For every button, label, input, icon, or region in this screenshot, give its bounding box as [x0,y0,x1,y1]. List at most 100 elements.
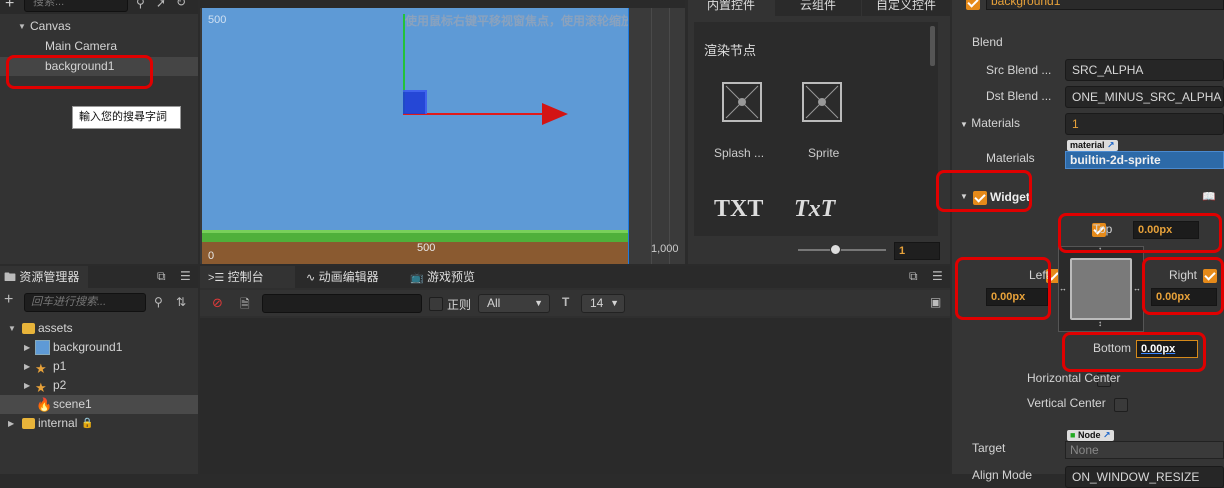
asset-item-background1[interactable]: ▶ background1 [0,338,198,357]
axis-label-x-0: 0 [208,250,215,262]
materials-header[interactable]: ▼ Materials [960,114,1020,133]
align-mode-select[interactable]: ON_WINDOW_RESIZE [1065,466,1224,488]
maximize-icon[interactable]: ⧉ [157,269,166,284]
materials-label: Materials [986,151,1035,165]
scene-panel: 500 0 500 使用鼠标右键平移视窗焦点，使用滚轮缩放视图 1,000 [200,0,685,264]
scene-canvas[interactable]: 500 0 500 使用鼠标右键平移视窗焦点，使用滚轮缩放视图 [202,8,628,264]
assets-panel: 🖿 资源管理器 ⧉ ☰ + 回车进行搜索... ⚲ ⇅ ▼ assets ▶ b… [0,266,198,474]
tab-game-preview[interactable]: 📺 游戏预览 [410,266,505,288]
sprite-icon [802,82,842,122]
folder-icon [22,323,35,334]
book-icon[interactable]: 📖 [1202,190,1216,203]
console-icon: >☰ [208,272,225,284]
asset-item-internal[interactable]: ▶ internal 🔒 [0,414,198,433]
collapse-icon[interactable]: ▣ [930,295,941,309]
regex-checkbox[interactable] [429,296,443,311]
menu-icon[interactable]: ☰ [932,269,943,283]
tree-item-canvas[interactable]: ▼ Canvas [0,17,198,36]
asset-item-p2[interactable]: ▶ ★ p2 [0,376,198,395]
asset-item-assets[interactable]: ▼ assets [0,319,198,338]
clear-icon[interactable]: ⊘ [212,295,223,311]
materials-header-label: Materials [971,116,1020,130]
arrow-left-icon: ↔ [1059,284,1067,293]
expand-arrow-icon: ▶ [8,419,15,428]
asset-item-label: p2 [53,378,67,392]
highlight-left [955,257,1051,320]
open-log-icon[interactable]: 🗎 [240,295,250,316]
material-tag: material ↗ [1067,140,1118,151]
target-field[interactable]: None [1065,441,1224,459]
asset-item-scene1[interactable]: 🔥 scene1 [0,395,198,414]
maximize-icon[interactable]: ⧉ [909,269,918,284]
tree-item-main-camera[interactable]: Main Camera [0,37,198,56]
chevron-down-icon: ▼ [610,298,619,308]
animation-icon: ∿ [306,272,316,284]
assets-search-input[interactable]: 回车进行搜索... [24,293,146,312]
horizontal-center-label: Horizontal Center [1027,371,1121,385]
dst-blend-select[interactable]: ONE_MINUS_SRC_ALPHA [1065,86,1224,108]
refresh-icon[interactable]: ↻ [176,0,186,9]
vertical-center-label: Vertical Center [1027,396,1106,410]
zoom-slider-thumb[interactable] [830,244,841,255]
node-tag-label: Node [1077,430,1101,440]
widget-list-area: 渲染节点 Splash ... Sprite TXT TxT [694,22,938,236]
open-link-icon: ↗ [1102,430,1111,440]
tab-console[interactable]: >☰ 控制台 [200,266,295,288]
alignment-diagram: ↕ ↕ ↔ ↔ [1058,245,1144,332]
src-blend-select[interactable]: SRC_ALPHA [1065,59,1224,81]
target-label: Target [972,441,1006,455]
ruler-grid [651,8,652,264]
tab-label: 动画编辑器 [318,270,379,284]
console-filter-input[interactable] [262,294,422,313]
node-tag: ■ Node ↗ [1067,430,1114,441]
widget-list-scrollbar[interactable] [930,26,935,66]
lock-icon: 🔒 [81,418,94,429]
log-level-select[interactable]: All ▼ [478,294,550,313]
image-icon [35,340,50,355]
widget-item-richtext[interactable]: TxT [794,196,835,223]
zoom-input[interactable]: 1 [894,242,940,260]
align-mode-label: Align Mode [972,468,1033,482]
gizmo-x-arrow-icon[interactable] [542,103,568,125]
material-asset-field[interactable]: builtin-2d-sprite [1065,151,1224,169]
materials-count-input[interactable]: 1 [1065,113,1224,135]
tab-builtin[interactable]: 内置控件 [688,0,774,16]
widget-library-panel: 内置控件 云组件 自定义控件 渲染节点 Splash ... Sprite TX… [688,0,950,264]
asset-item-p1[interactable]: ▶ ★ p1 [0,357,198,376]
scene-icon: 🔥 [36,397,53,412]
material-tag-label: material [1070,140,1105,150]
tab-animation-editor[interactable]: ∿ 动画编辑器 [306,266,401,288]
sort-icon[interactable]: ⇅ [176,295,186,309]
tab-cloud[interactable]: 云组件 [775,0,861,16]
menu-icon[interactable]: ☰ [180,269,191,283]
widget-item-label-text[interactable]: TXT [714,196,763,223]
locate-icon[interactable]: ➚ [156,0,166,10]
zoom-slider-track[interactable] [798,249,886,251]
expand-arrow-icon: ▶ [24,362,31,371]
expand-arrow-icon: ▼ [18,22,26,31]
search-icon[interactable]: ⚲ [154,295,163,309]
font-size-select[interactable]: 14 ▼ [581,294,625,313]
vertical-center-checkbox[interactable] [1114,397,1129,412]
scene-toolbar [200,0,685,8]
arrow-bottom-icon: ↕ [1098,319,1102,328]
asset-item-label: background1 [53,340,123,354]
tree-item-label: Main Camera [45,39,118,53]
tab-custom[interactable]: 自定义控件 [862,0,950,16]
widget-item-splash[interactable]: Splash ... [708,80,774,160]
add-icon[interactable]: + [4,291,13,309]
select-value: All [487,296,501,310]
node-active-checkbox[interactable] [966,0,980,10]
expand-arrow-icon: ▶ [24,381,31,390]
hierarchy-search-input[interactable]: 搜索... [24,0,128,12]
add-icon[interactable]: + [5,0,14,13]
expand-arrow-icon: ▼ [8,324,16,333]
regex-label: 正则 [447,298,472,312]
tab-assets[interactable]: 🖿 资源管理器 [0,266,88,288]
widget-item-sprite[interactable]: Sprite [788,80,854,160]
search-icon[interactable]: ⚲ [136,0,145,10]
highlight-widget [936,170,1032,212]
highlight-background1 [6,55,153,89]
node-name-input[interactable]: background1 [986,0,1224,10]
gizmo-center-handle[interactable] [403,90,427,114]
